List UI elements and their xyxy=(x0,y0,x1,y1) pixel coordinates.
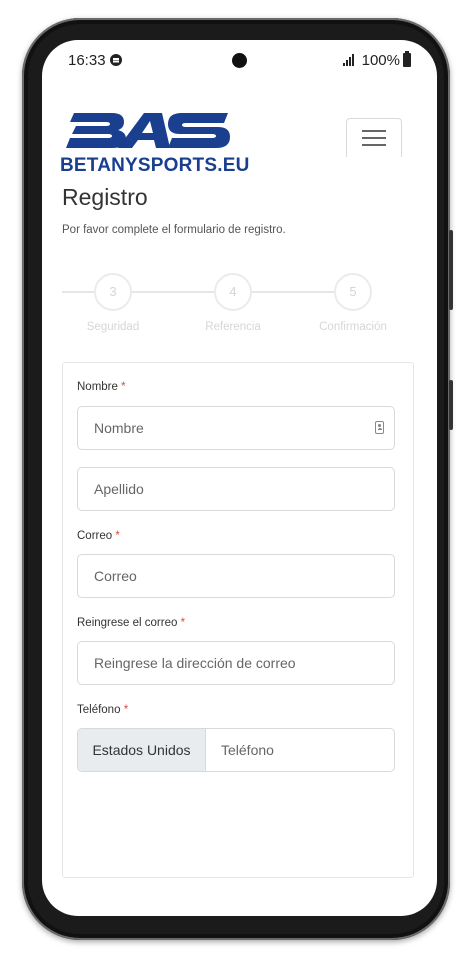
telefono-label: Teléfono * xyxy=(77,704,128,716)
step-5-label: Confirmación xyxy=(319,321,387,333)
correo-placeholder: Correo xyxy=(94,568,137,584)
step-3-circle: 3 xyxy=(94,273,132,311)
required-mark: * xyxy=(115,530,120,542)
correo-input[interactable]: Correo xyxy=(77,554,395,598)
brand-name: BETANYSPORTS.EU xyxy=(60,155,250,176)
status-right-group: 100% xyxy=(343,51,411,69)
power-button xyxy=(449,380,453,430)
required-mark: * xyxy=(180,617,186,629)
menu-button[interactable] xyxy=(346,118,402,157)
step-connector xyxy=(250,291,334,293)
message-icon xyxy=(109,54,122,66)
step-4-label: Referencia xyxy=(205,321,261,333)
battery-icon xyxy=(403,51,411,67)
nombre-input[interactable]: Nombre xyxy=(77,406,395,450)
page-subtitle: Por favor complete el formulario de regi… xyxy=(62,224,286,236)
status-time-group: 16:33 xyxy=(68,52,122,69)
battery-percent: 100% xyxy=(361,52,400,69)
page-title: Registro xyxy=(62,184,148,210)
apellido-placeholder: Apellido xyxy=(94,481,144,497)
status-bar: 16:33 100% xyxy=(42,40,437,84)
apellido-input[interactable]: Apellido xyxy=(77,467,395,511)
reingrese-label: Reingrese el correo * xyxy=(77,617,185,629)
reingrese-placeholder: Reingrese la dirección de correo xyxy=(94,655,296,671)
nombre-label: Nombre * xyxy=(77,381,126,393)
telefono-input[interactable]: Teléfono xyxy=(221,729,274,771)
nombre-placeholder: Nombre xyxy=(94,420,144,436)
step-4-circle: 4 xyxy=(214,273,252,311)
correo-label-text: Correo xyxy=(77,530,113,542)
telefono-label-text: Teléfono xyxy=(77,704,121,716)
required-mark: * xyxy=(121,381,126,393)
phone-screen: 16:33 100% BETANYSPORTS.EU Registro Por … xyxy=(42,40,437,916)
volume-button xyxy=(449,230,453,310)
country-select[interactable]: Estados Unidos xyxy=(78,729,206,771)
contact-card-icon[interactable] xyxy=(375,421,384,434)
registration-stepper: 3 4 5 Seguridad Referencia Confirmación xyxy=(62,273,402,343)
front-camera xyxy=(232,53,247,68)
status-time: 16:33 xyxy=(68,52,106,69)
signal-icon xyxy=(343,54,357,66)
reingrese-label-text: Reingrese el correo xyxy=(77,617,178,629)
telefono-input-group: Estados Unidos Teléfono xyxy=(77,728,395,772)
step-3-label: Seguridad xyxy=(86,321,140,333)
required-mark: * xyxy=(123,704,129,716)
correo-label: Correo * xyxy=(77,530,120,542)
step-connector xyxy=(130,291,214,293)
step-5-circle: 5 xyxy=(334,273,372,311)
nombre-label-text: Nombre xyxy=(77,381,118,393)
reingrese-correo-input[interactable]: Reingrese la dirección de correo xyxy=(77,641,395,685)
step-connector xyxy=(62,291,94,293)
